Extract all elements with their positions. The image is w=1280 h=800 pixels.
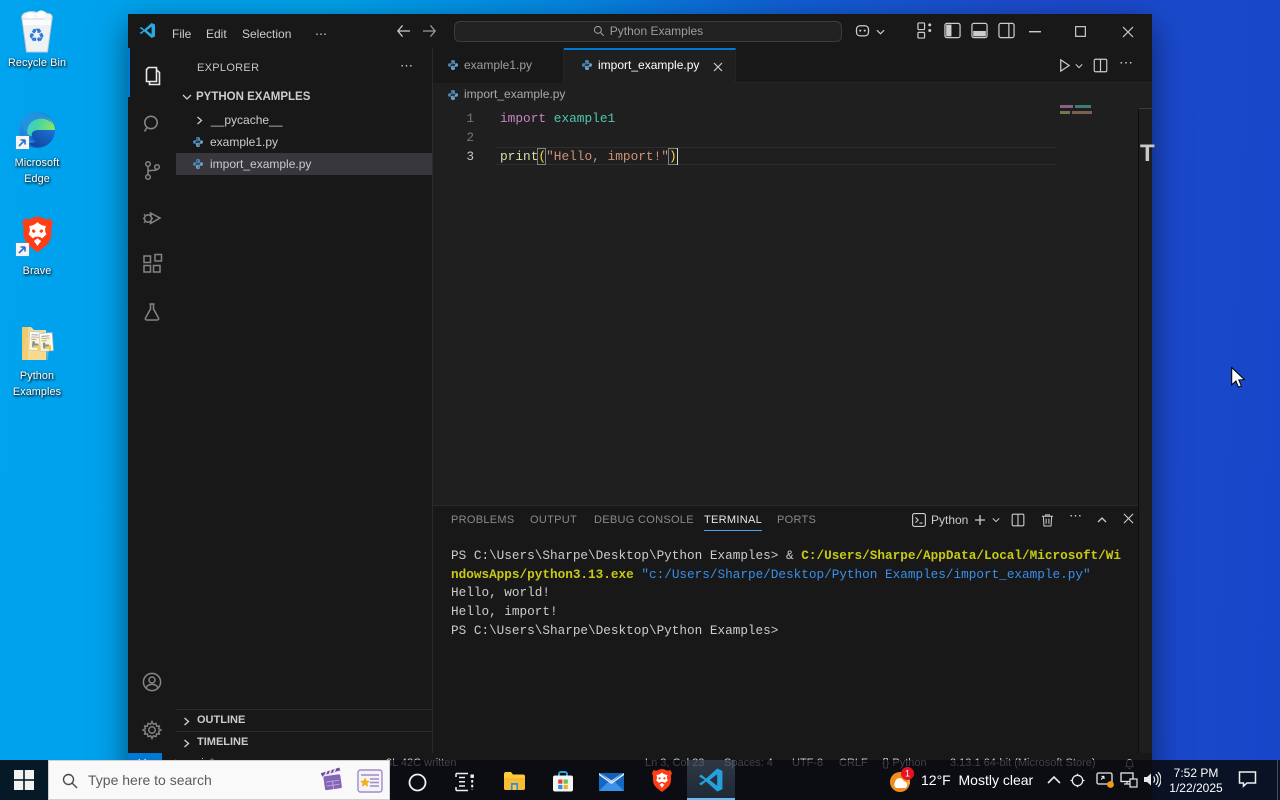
svg-text:♻: ♻ xyxy=(28,26,45,47)
svg-text:1: 1 xyxy=(905,768,910,778)
